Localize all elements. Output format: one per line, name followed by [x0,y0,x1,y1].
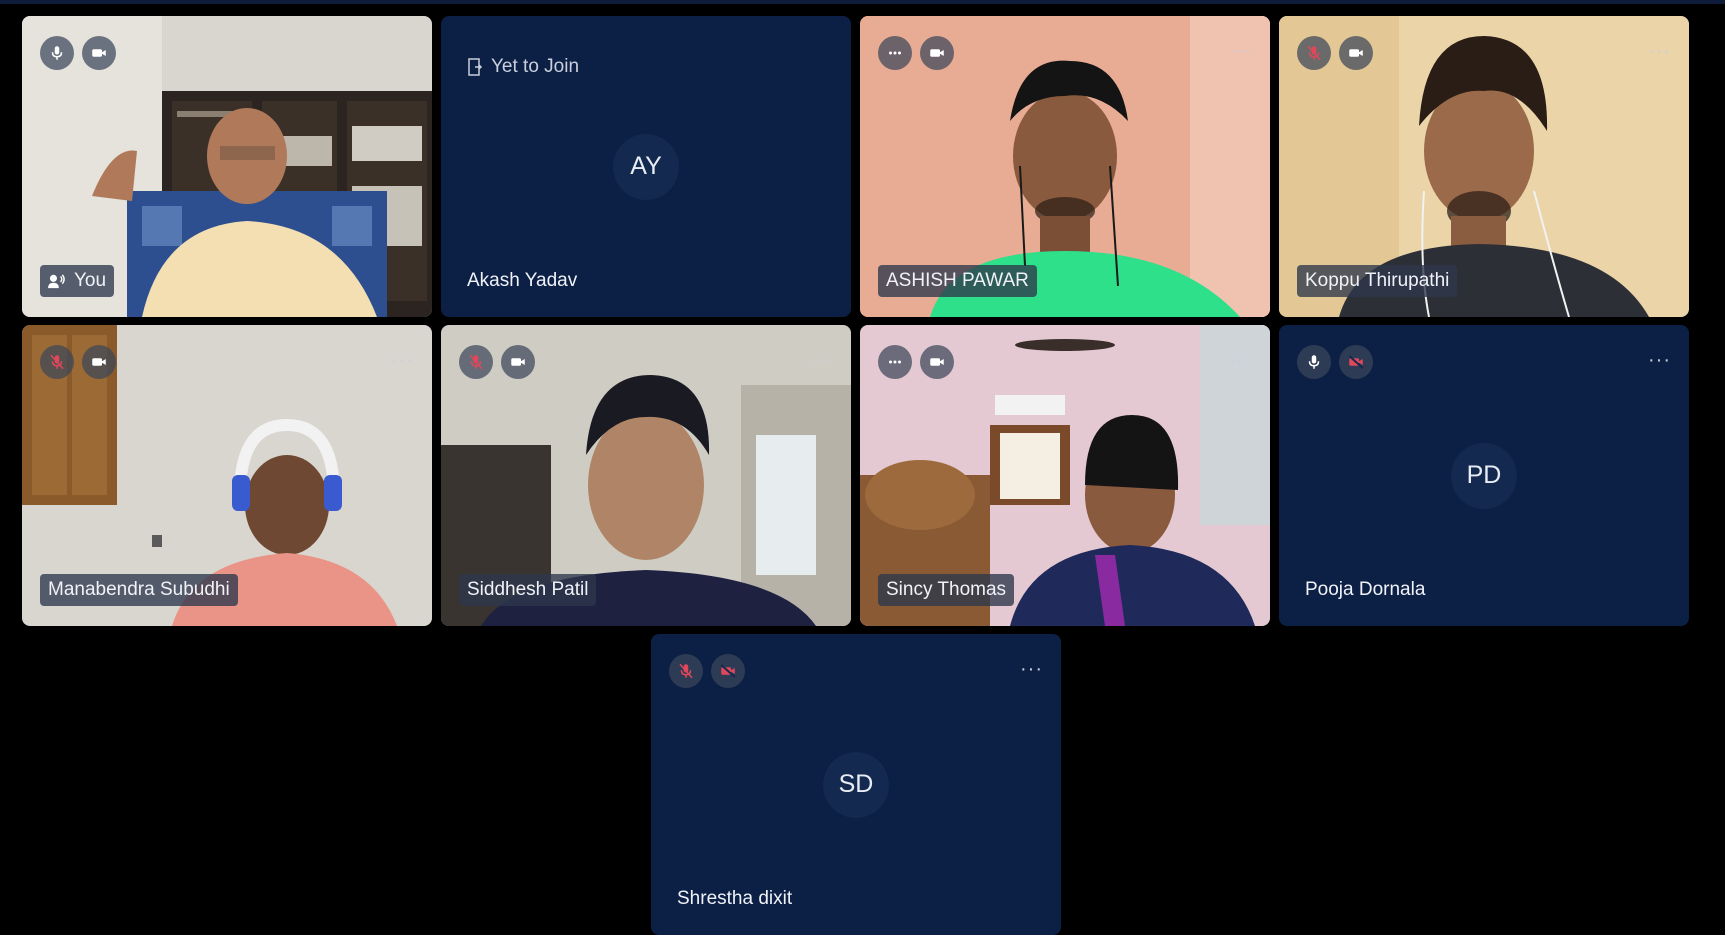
more-status-button[interactable] [878,36,912,70]
camera-icon [92,358,106,366]
more-options-button[interactable]: ··· [1020,659,1043,679]
status-controls [459,345,535,379]
status-controls [1297,36,1373,70]
participant-tile-manabendra-subudhi[interactable]: ··· Manabendra Subudhi [22,325,432,626]
microphone-muted-icon [679,663,693,679]
camera-toggle-button[interactable] [920,345,954,379]
avatar: SD [823,751,889,818]
participant-name-tag: You [40,265,115,297]
participant-tile-you[interactable]: You [22,16,432,317]
avatar: PD [1451,442,1517,509]
status-controls [669,654,745,688]
camera-off-icon [720,664,736,678]
microphone-icon [51,46,63,60]
mic-toggle-button[interactable] [1297,345,1331,379]
mic-toggle-button[interactable] [40,345,74,379]
camera-icon [930,49,944,57]
participant-tile-shrestha-dixit[interactable]: ··· SD Shrestha dixit [651,634,1061,935]
status-controls [1297,345,1373,379]
participant-name: Akash Yadav [467,270,578,291]
more-options-button[interactable]: ··· [1229,350,1252,370]
more-options-button[interactable]: ··· [1648,350,1671,370]
camera-toggle-button[interactable] [82,345,116,379]
camera-toggle-button[interactable] [920,36,954,70]
status-controls [878,36,954,70]
microphone-muted-icon [50,354,64,370]
status-controls [40,36,116,70]
participant-grid: You Yet to Join AY Akash Yadav ··· ASHIS… [0,0,1725,935]
join-status-label: Yet to Join [491,56,580,77]
microphone-muted-icon [1307,45,1321,61]
camera-toggle-button[interactable] [711,654,745,688]
microphone-icon [1308,355,1320,369]
door-icon [468,58,483,76]
participant-tile-koppu-thirupathi[interactable]: ··· Koppu Thirupathi [1279,16,1689,317]
status-controls [40,345,116,379]
more-options-button[interactable]: ··· [1229,41,1252,61]
mic-toggle-button[interactable] [669,654,703,688]
more-options-button[interactable]: ··· [1648,41,1671,61]
participant-tile-akash-yadav[interactable]: Yet to Join AY Akash Yadav [441,16,851,317]
participant-tile-ashish-pawar[interactable]: ··· ASHISH PAWAR [860,16,1270,317]
more-options-button[interactable]: ··· [391,350,414,370]
more-options-button[interactable]: ··· [810,350,833,370]
avatar: AY [613,133,679,200]
status-controls [878,345,954,379]
ellipsis-icon [889,51,901,55]
participant-name: Sincy Thomas [878,574,1015,606]
microphone-muted-icon [469,354,483,370]
camera-off-icon [1348,355,1364,369]
participant-name: Pooja Dornala [1305,579,1426,600]
mic-toggle-button[interactable] [1297,36,1331,70]
participant-tile-pooja-dornala[interactable]: ··· PD Pooja Dornala [1279,325,1689,626]
join-status: Yet to Join [467,56,579,78]
participant-name: Siddhesh Patil [459,574,597,606]
camera-icon [92,49,106,57]
camera-toggle-button[interactable] [82,36,116,70]
participant-name: Manabendra Subudhi [40,574,238,606]
mic-toggle-button[interactable] [459,345,493,379]
participant-name: Koppu Thirupathi [1297,265,1458,297]
more-status-button[interactable] [878,345,912,379]
camera-icon [1349,49,1363,57]
camera-toggle-button[interactable] [1339,36,1373,70]
speaker-icon [48,273,66,289]
participant-tile-sincy-thomas[interactable]: ··· Sincy Thomas [860,325,1270,626]
mic-toggle-button[interactable] [40,36,74,70]
participant-tile-siddhesh-patil[interactable]: ··· Siddhesh Patil [441,325,851,626]
participant-name: ASHISH PAWAR [878,265,1037,297]
camera-toggle-button[interactable] [501,345,535,379]
participant-name: You [74,270,107,291]
camera-icon [511,358,525,366]
participant-name: Shrestha dixit [677,888,793,909]
camera-icon [930,358,944,366]
ellipsis-icon [889,360,901,364]
camera-toggle-button[interactable] [1339,345,1373,379]
